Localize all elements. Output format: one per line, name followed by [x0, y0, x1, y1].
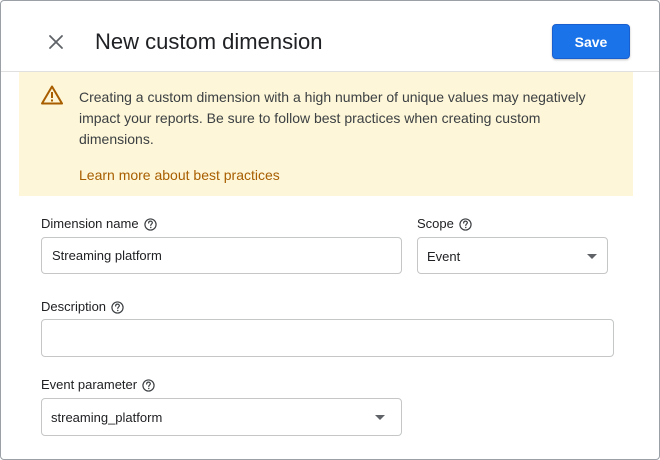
dimension-name-label-text: Dimension name: [41, 216, 139, 231]
custom-dimension-dialog: New custom dimension Save Creating a cus…: [0, 0, 660, 460]
help-icon[interactable]: [111, 300, 124, 314]
dialog-title: New custom dimension: [95, 29, 323, 54]
close-icon: [49, 35, 63, 49]
warning-icon: [41, 85, 63, 105]
event-parameter-select-value: streaming_platform: [51, 410, 163, 425]
close-button[interactable]: [41, 27, 71, 57]
help-icon[interactable]: [143, 217, 157, 231]
best-practices-link[interactable]: Learn more about best practices: [79, 166, 280, 184]
dimension-name-input[interactable]: [41, 237, 402, 274]
event-parameter-label-text: Event parameter: [41, 377, 138, 392]
chevron-down-icon: [587, 254, 597, 259]
help-icon[interactable]: [142, 378, 155, 392]
scope-label: Scope: [417, 216, 472, 232]
chevron-down-icon: [375, 415, 385, 420]
save-button[interactable]: Save: [552, 24, 630, 59]
dialog-header: New custom dimension Save: [1, 1, 659, 72]
event-parameter-select[interactable]: streaming_platform: [41, 398, 402, 436]
warning-banner: Creating a custom dimension with a high …: [19, 72, 633, 196]
description-input[interactable]: [41, 319, 614, 357]
help-icon[interactable]: [459, 217, 472, 231]
description-label-text: Description: [41, 299, 107, 314]
event-parameter-label: Event parameter: [41, 377, 155, 393]
description-label: Description: [41, 299, 124, 315]
dimension-name-label: Dimension name: [41, 216, 157, 232]
scope-select[interactable]: Event: [417, 237, 608, 274]
scope-label-text: Scope: [417, 216, 454, 231]
scope-select-value: Event: [427, 249, 461, 264]
warning-text: Creating a custom dimension with a high …: [79, 89, 586, 147]
